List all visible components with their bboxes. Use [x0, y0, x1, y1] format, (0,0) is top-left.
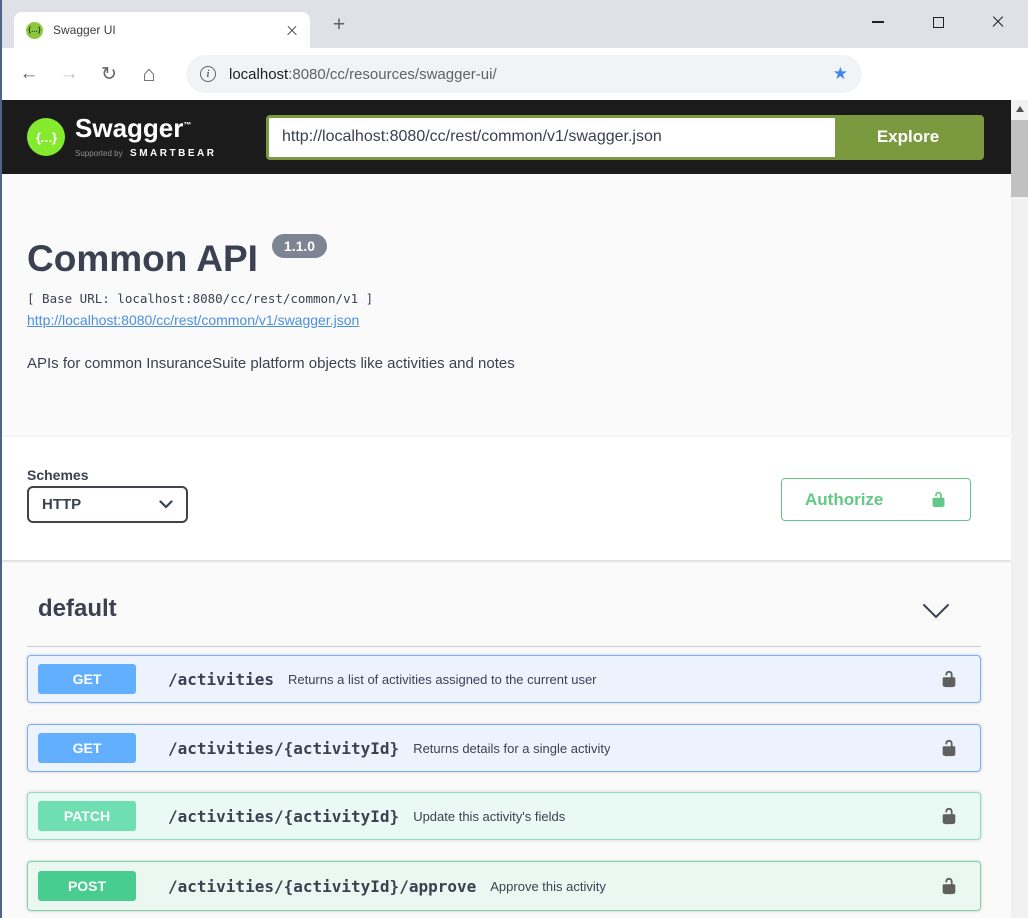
- spec-url-group: Explore: [266, 115, 984, 160]
- close-window-button[interactable]: [968, 0, 1028, 44]
- operation-path: /activities/{activityId}: [168, 739, 399, 758]
- scrollbar-up-button[interactable]: [1011, 100, 1028, 117]
- smartbear-tagline: Supported by SMARTBEAR: [75, 143, 216, 161]
- operation-summary: Approve this activity: [490, 879, 606, 894]
- window-border: [0, 0, 2, 918]
- browser-toolbar: ← → ↻ ⌂ i localhost:8080/cc/resources/sw…: [0, 48, 1028, 100]
- forward-icon[interactable]: →: [54, 63, 84, 85]
- operation-summary: Update this activity's fields: [413, 809, 565, 824]
- method-badge: PATCH: [38, 801, 136, 831]
- explore-button[interactable]: Explore: [835, 118, 981, 157]
- operation-row-get-activity-by-id[interactable]: GET /activities/{activityId} Returns det…: [27, 724, 981, 772]
- scrollbar-thumb[interactable]: [1011, 120, 1028, 197]
- url-path: :8080/cc/resources/swagger-ui/: [288, 66, 496, 83]
- auth-lock-icon[interactable]: [940, 669, 958, 689]
- authorize-label: Authorize: [805, 490, 883, 510]
- operation-row-patch-activity[interactable]: PATCH /activities/{activityId} Update th…: [27, 792, 981, 840]
- tab-close-icon[interactable]: [286, 24, 298, 36]
- minimize-button[interactable]: [848, 0, 908, 44]
- swagger-favicon-icon: {…}: [26, 22, 43, 39]
- close-icon: [991, 15, 1005, 29]
- section-divider: [27, 646, 981, 647]
- swagger-logo-icon: {…}: [27, 118, 65, 156]
- operation-summary: Returns details for a single activity: [413, 741, 610, 756]
- schemes-label: Schemes: [27, 467, 88, 483]
- section-title-default[interactable]: default: [38, 595, 117, 623]
- trademark: ™: [183, 121, 191, 130]
- operation-path: /activities: [168, 670, 274, 689]
- home-icon[interactable]: ⌂: [134, 61, 164, 87]
- authorize-button[interactable]: Authorize: [781, 478, 971, 521]
- window-controls: [848, 0, 1028, 44]
- back-icon[interactable]: ←: [14, 63, 44, 85]
- operation-row-post-approve[interactable]: POST /activities/{activityId}/approve Ap…: [27, 861, 981, 911]
- spec-url-input[interactable]: [269, 118, 835, 157]
- spec-link[interactable]: http://localhost:8080/cc/rest/common/v1/…: [27, 312, 359, 328]
- operation-path: /activities/{activityId}/approve: [168, 877, 476, 896]
- scheme-selected-value: HTTP: [42, 496, 81, 513]
- swagger-wordmark: Swagger™: [75, 113, 191, 143]
- reload-icon[interactable]: ↻: [94, 63, 124, 86]
- section-collapse-chevron-icon[interactable]: [922, 603, 950, 620]
- swagger-ui-page: {…} Swagger™ Supported by SMARTBEAR Expl…: [0, 100, 1011, 918]
- minimize-icon: [872, 21, 884, 22]
- api-title: Common API1.1.0: [27, 238, 327, 280]
- operation-summary: Returns a list of activities assigned to…: [288, 672, 597, 687]
- address-bar[interactable]: i localhost:8080/cc/resources/swagger-ui…: [186, 55, 862, 93]
- maximize-icon: [933, 17, 944, 28]
- scheme-container: Schemes HTTP Authorize: [0, 437, 1011, 560]
- chevron-down-icon: [159, 500, 173, 509]
- api-description: APIs for common InsuranceSuite platform …: [27, 355, 515, 372]
- auth-lock-icon[interactable]: [940, 806, 958, 826]
- swagger-topbar: {…} Swagger™ Supported by SMARTBEAR Expl…: [0, 100, 1011, 174]
- base-url: [ Base URL: localhost:8080/cc/rest/commo…: [27, 291, 373, 306]
- scheme-select[interactable]: HTTP: [27, 486, 188, 523]
- url-host: localhost: [229, 66, 288, 83]
- tab-title: Swagger UI: [53, 23, 286, 37]
- page-info-icon[interactable]: i: [200, 66, 216, 82]
- url-text: localhost:8080/cc/resources/swagger-ui/: [229, 66, 497, 83]
- method-badge: POST: [38, 871, 136, 901]
- operation-path: /activities/{activityId}: [168, 807, 399, 826]
- browser-window: {…} Swagger UI + ← → ↻ ⌂ i localhost:808…: [0, 0, 1028, 918]
- page-scrollbar[interactable]: [1011, 100, 1028, 918]
- swagger-logo[interactable]: {…} Swagger™ Supported by SMARTBEAR: [27, 113, 216, 162]
- method-badge: GET: [38, 733, 136, 763]
- version-badge: 1.1.0: [272, 234, 327, 258]
- scroll-up-icon: [1016, 106, 1024, 112]
- bookmark-star-icon[interactable]: ★: [833, 64, 848, 84]
- unlock-icon: [930, 490, 947, 509]
- new-tab-button[interactable]: +: [324, 13, 354, 39]
- auth-lock-icon[interactable]: [940, 876, 958, 896]
- method-badge: GET: [38, 664, 136, 694]
- tab-strip: {…} Swagger UI +: [0, 0, 1028, 48]
- maximize-button[interactable]: [908, 0, 968, 44]
- operation-row-get-activities[interactable]: GET /activities Returns a list of activi…: [27, 655, 981, 703]
- auth-lock-icon[interactable]: [940, 738, 958, 758]
- browser-tab[interactable]: {…} Swagger UI: [14, 12, 310, 48]
